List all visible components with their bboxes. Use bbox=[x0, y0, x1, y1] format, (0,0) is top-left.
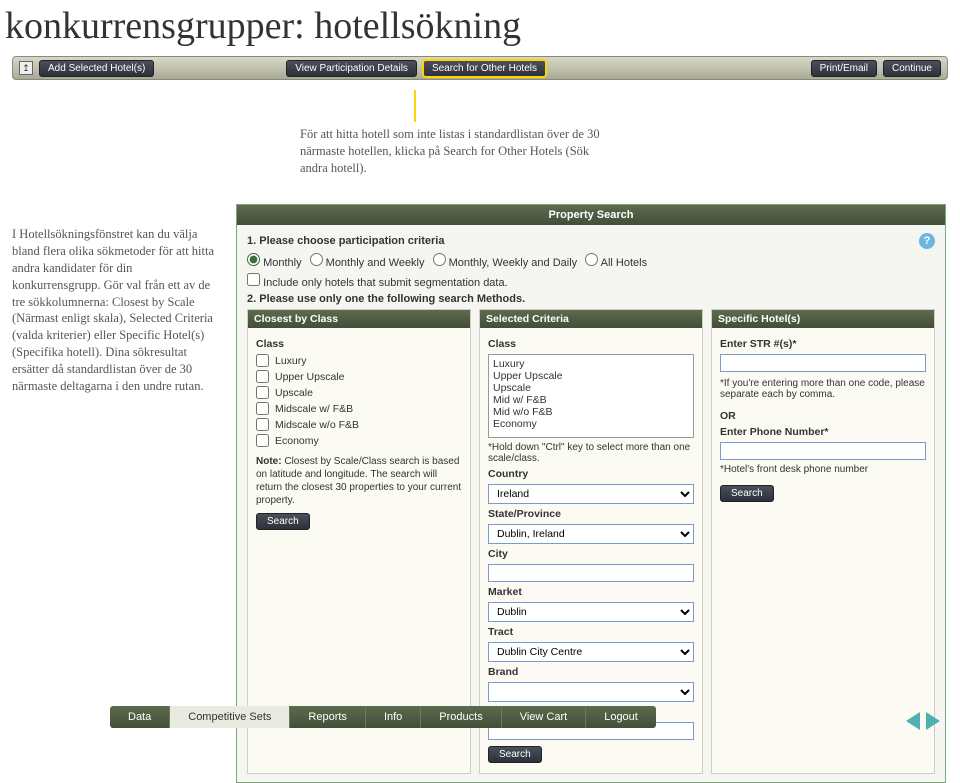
panel-title: Property Search bbox=[237, 205, 945, 225]
state-label: State/Province bbox=[488, 508, 694, 520]
pager bbox=[906, 712, 940, 730]
class-multiselect[interactable]: Luxury Upper Upscale Upscale Mid w/ F&B … bbox=[488, 354, 694, 438]
callout-left: I Hotellsökningsfönstret kan du välja bl… bbox=[12, 226, 222, 395]
col1-note: Note: Closest by Scale/Class search is b… bbox=[256, 455, 462, 507]
col3-search-button[interactable]: Search bbox=[720, 485, 774, 502]
tab-products[interactable]: Products bbox=[421, 706, 501, 728]
participation-radios: Monthly Monthly and Weekly Monthly, Week… bbox=[247, 253, 935, 269]
ctrl-note: *Hold down "Ctrl" key to select more tha… bbox=[488, 442, 694, 464]
bottom-nav: Data Competitive Sets Reports Info Produ… bbox=[110, 706, 656, 728]
col1-sub: Class bbox=[256, 338, 462, 350]
str-label: Enter STR #(s)* bbox=[720, 338, 926, 350]
col1-head: Closest by Class bbox=[248, 310, 470, 328]
col2-search-button[interactable]: Search bbox=[488, 746, 542, 763]
brand-label: Brand bbox=[488, 666, 694, 678]
brand-select[interactable] bbox=[488, 682, 694, 702]
highlight-line bbox=[414, 90, 416, 122]
col-selected-criteria: Selected Criteria Class Luxury Upper Ups… bbox=[479, 309, 703, 774]
top-toolbar: ↥ Add Selected Hotel(s) View Participati… bbox=[12, 56, 948, 80]
chk-luxury[interactable]: Luxury bbox=[256, 354, 462, 367]
callout-top: För att hitta hotell som inte listas i s… bbox=[300, 126, 620, 177]
property-search-panel: Property Search 1. Please choose partici… bbox=[236, 204, 946, 783]
phone-label: Enter Phone Number* bbox=[720, 426, 926, 438]
continue-button[interactable]: Continue bbox=[883, 60, 941, 77]
str-input[interactable] bbox=[720, 354, 926, 372]
step1-label: 1. Please choose participation criteria bbox=[247, 235, 444, 247]
radio-monthly-weekly-daily[interactable]: Monthly, Weekly and Daily bbox=[433, 253, 578, 269]
col-specific-hotels: Specific Hotel(s) Enter STR #(s)* *If yo… bbox=[711, 309, 935, 774]
up-icon[interactable]: ↥ bbox=[19, 61, 33, 75]
view-participation-button[interactable]: View Participation Details bbox=[286, 60, 417, 77]
page-title: konkurrensgrupper: hotellsökning bbox=[5, 4, 960, 48]
phone-note: *Hotel's front desk phone number bbox=[720, 464, 926, 475]
col2-head: Selected Criteria bbox=[480, 310, 702, 328]
chk-midscale-fb[interactable]: Midscale w/ F&B bbox=[256, 402, 462, 415]
col2-sub: Class bbox=[488, 338, 694, 350]
radio-monthly-weekly[interactable]: Monthly and Weekly bbox=[310, 253, 425, 269]
col-closest-by-class: Closest by Class Class Luxury Upper Upsc… bbox=[247, 309, 471, 774]
class-checkbox-list: Luxury Upper Upscale Upscale Midscale w/… bbox=[256, 354, 462, 447]
chk-economy[interactable]: Economy bbox=[256, 434, 462, 447]
country-label: Country bbox=[488, 468, 694, 480]
market-label: Market bbox=[488, 586, 694, 598]
tab-reports[interactable]: Reports bbox=[290, 706, 366, 728]
chk-upper-upscale[interactable]: Upper Upscale bbox=[256, 370, 462, 383]
str-note: *If you're entering more than one code, … bbox=[720, 378, 926, 400]
radio-monthly[interactable]: Monthly bbox=[247, 253, 302, 269]
chk-midscale-no-fb[interactable]: Midscale w/o F&B bbox=[256, 418, 462, 431]
or-label: OR bbox=[720, 410, 926, 422]
tab-competitive-sets[interactable]: Competitive Sets bbox=[170, 706, 290, 728]
phone-input[interactable] bbox=[720, 442, 926, 460]
tract-select[interactable]: Dublin City Centre bbox=[488, 642, 694, 662]
chk-upscale[interactable]: Upscale bbox=[256, 386, 462, 399]
radio-all-hotels[interactable]: All Hotels bbox=[585, 253, 647, 269]
col3-head: Specific Hotel(s) bbox=[712, 310, 934, 328]
prev-page-icon[interactable] bbox=[906, 712, 920, 730]
next-page-icon[interactable] bbox=[926, 712, 940, 730]
tab-view-cart[interactable]: View Cart bbox=[502, 706, 586, 728]
tab-info[interactable]: Info bbox=[366, 706, 421, 728]
tab-data[interactable]: Data bbox=[110, 706, 170, 728]
col1-search-button[interactable]: Search bbox=[256, 513, 310, 530]
step2-label: 2. Please use only one the following sea… bbox=[247, 293, 525, 305]
add-selected-button[interactable]: Add Selected Hotel(s) bbox=[39, 60, 154, 77]
search-other-hotels-button[interactable]: Search for Other Hotels bbox=[423, 60, 546, 77]
tract-label: Tract bbox=[488, 626, 694, 638]
city-label: City bbox=[488, 548, 694, 560]
help-icon[interactable]: ? bbox=[919, 233, 935, 249]
city-input[interactable] bbox=[488, 564, 694, 582]
print-email-button[interactable]: Print/Email bbox=[811, 60, 877, 77]
country-select[interactable]: Ireland bbox=[488, 484, 694, 504]
include-segmentation-checkbox[interactable]: Include only hotels that submit segmenta… bbox=[247, 273, 508, 289]
tab-logout[interactable]: Logout bbox=[586, 706, 656, 728]
market-select[interactable]: Dublin bbox=[488, 602, 694, 622]
state-select[interactable]: Dublin, Ireland bbox=[488, 524, 694, 544]
